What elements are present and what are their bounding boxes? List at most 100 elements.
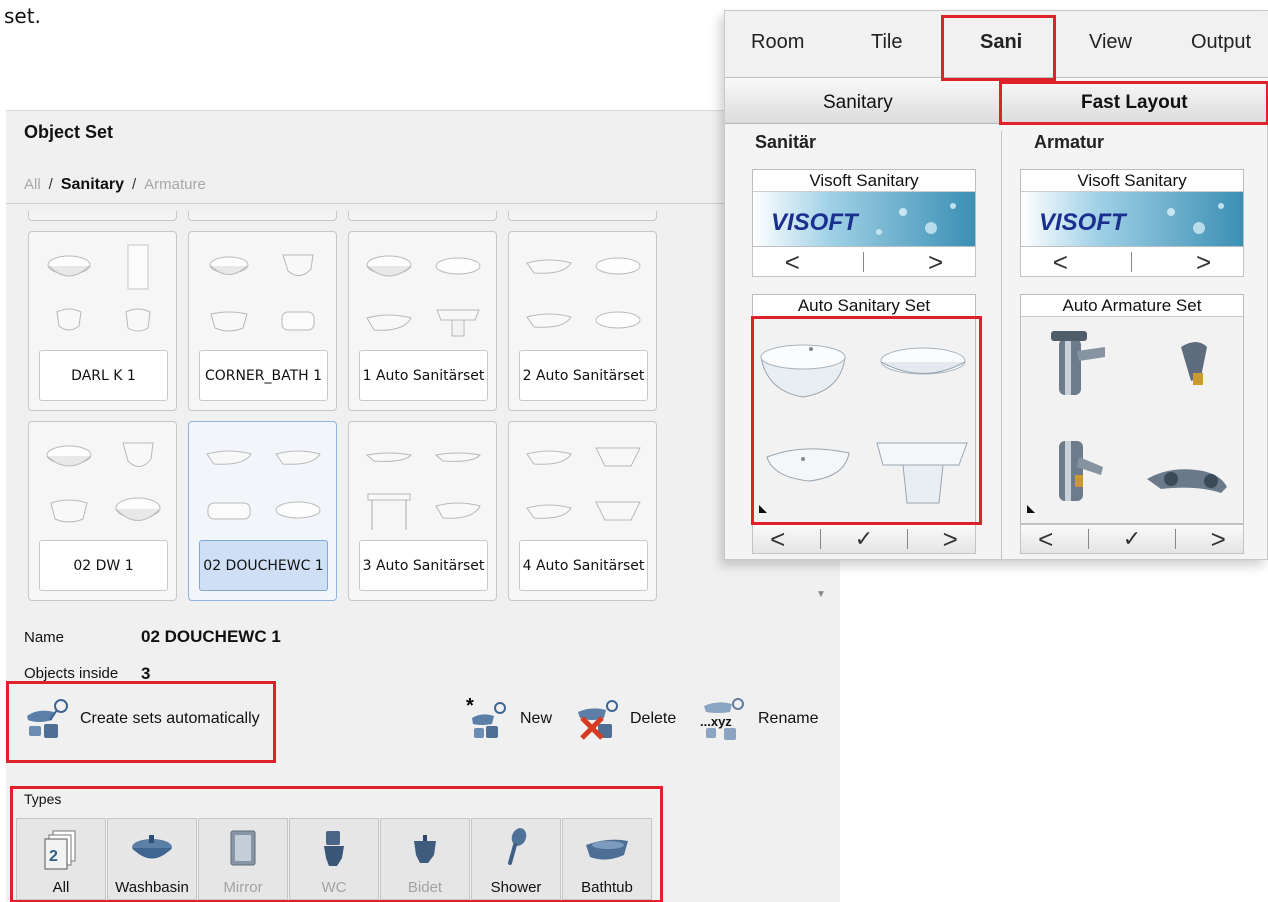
auto-sanitary-set-gallery[interactable]: Auto Sanitary Set [752,294,976,524]
apply-check-button[interactable]: ✓ [1123,526,1141,552]
bath-thumbnail [281,311,315,331]
set-thumbnails [195,240,332,348]
type-washbasin-label: Washbasin [115,879,189,896]
next-button[interactable]: > [1211,526,1226,552]
washbasin-thumbnail [275,501,321,519]
washbasin-thumbnail [274,450,321,465]
breadcrumb-all[interactable]: All [24,176,41,193]
auto-armature-set-gallery[interactable]: Auto Armature Set [1020,294,1244,524]
apply-check-button[interactable]: ✓ [855,526,873,552]
type-all-label: All [52,879,70,896]
tab-view[interactable]: View [1089,31,1132,54]
set-grid: DARL K 1 CORNER_BATH 1 1 Auto Sanitärset… [20,211,820,611]
next-button[interactable]: > [1196,249,1211,275]
section-divider [1001,131,1002,561]
washbasin-thumbnail [434,452,481,462]
tab-sani[interactable]: Sani [980,31,1022,54]
set-card-label: 4 Auto Sanitärset [519,540,648,591]
type-mirror-button[interactable]: Mirror [198,818,288,900]
set-thumbnails [355,240,492,348]
next-button[interactable]: > [928,249,943,275]
create-sets-automatically-button[interactable]: Create sets automatically [24,696,260,742]
armature-catalog-gallery[interactable]: Visoft Sanitary VISOFT [1020,169,1244,247]
partial-card [188,211,337,221]
set-gallery-title: Auto Armature Set [1021,295,1243,317]
sanitary-set-preview [759,344,968,513]
subtab-sanitary[interactable]: Sanitary [823,92,893,114]
tab-room[interactable]: Room [751,31,804,54]
wc-thumbnail [122,442,154,467]
set-card-corner-bath-1[interactable]: CORNER_BATH 1 [188,231,337,411]
set-card-3-auto[interactable]: 3 Auto Sanitärset [348,421,497,601]
bidet-thumbnail [210,311,248,332]
set-card-02-douchewc-1[interactable]: 02 DOUCHEWC 1 [188,421,337,601]
type-wc-label: WC [321,879,347,896]
type-all-button[interactable]: 2 All [16,818,106,900]
washbasin-thumbnail [209,256,249,275]
next-button[interactable]: > [943,526,958,552]
visoft-logo-image: VISOFT [1021,192,1243,246]
object-set-panel: Object Set All / Sanitary / Armature DARL K … [6,110,840,902]
set-card-1-auto[interactable]: 1 Auto Sanitärset [348,231,497,411]
bidet-thumbnail [50,499,88,523]
type-bathtub-label: Bathtub [581,879,633,896]
new-set-icon: * [466,696,506,738]
tab-output[interactable]: Output [1191,31,1251,54]
create-sets-icon [27,699,68,738]
set-thumbnails [195,430,332,538]
prev-button[interactable]: < [785,249,800,275]
ribbon-panel: Room Tile Sani View Output Sanitary Fast… [724,10,1268,561]
delete-set-button[interactable]: Delete [574,696,676,742]
rename-set-icon: ...xyz [700,698,744,740]
washbasin-thumbnail [115,497,161,521]
type-bidet-label: Bidet [407,879,443,896]
set-card-label: 3 Auto Sanitärset [359,540,488,591]
set-card-label: DARL K 1 [39,350,168,401]
svg-text:*: * [466,696,474,717]
washbasin-thumbnail [46,445,92,467]
washbasin-thumbnail [435,257,481,275]
type-wc-button[interactable]: WC [289,818,379,900]
set-card-label: 02 DW 1 [39,540,168,591]
subtab-fast-layout[interactable]: Fast Layout [1081,92,1188,114]
prev-button[interactable]: < [1038,526,1053,552]
section-title-armatur: Armatur [1034,132,1105,152]
document-text-fragment: set. [4,4,41,28]
rename-set-button[interactable]: ...xyz Rename [698,696,818,742]
set-thumbnails [35,240,172,348]
washbasin-thumbnail [594,501,641,521]
type-shower-button[interactable]: Shower [471,818,561,900]
types-toolbar: 2 All Washbasin Mirror WC Bidet Shower B… [16,818,653,900]
type-bathtub-button[interactable]: Bathtub [562,818,652,900]
type-shower-label: Shower [490,879,542,896]
ribbon-tabs: Room Tile Sani View Output [725,11,1268,77]
type-washbasin-button[interactable]: Washbasin [107,818,197,900]
type-bidet-button[interactable]: Bidet [380,818,470,900]
set-card-2-auto[interactable]: 2 Auto Sanitärset [508,231,657,411]
sanitary-set-nav: < ✓ > [752,524,976,554]
set-card-darl-k-1[interactable]: DARL K 1 [28,231,177,411]
washbasin-thumbnail [47,255,91,277]
prev-button[interactable]: < [770,526,785,552]
tab-tile[interactable]: Tile [871,31,902,54]
set-thumbnails [515,240,652,348]
bidet-icon [414,835,436,863]
sanitary-catalog-gallery[interactable]: Visoft Sanitary VISOFT [752,169,976,247]
breadcrumb-armature[interactable]: Armature [144,176,206,193]
screenshot-root: set. Object Set All / Sanitary / Armature DA… [0,0,1268,902]
washbasin-thumbnail [595,311,641,329]
breadcrumb-sanitary[interactable]: Sanitary [61,176,124,193]
wc-thumbnail [56,308,82,331]
sanitary-catalog-nav: < > [752,247,976,277]
subtab-divider [1001,77,1002,124]
breadcrumb-separator: / [48,176,53,193]
set-card-02-dw-1[interactable]: 02 DW 1 [28,421,177,601]
svg-text:VISOFT: VISOFT [1039,209,1128,236]
new-set-button[interactable]: * New [464,696,552,742]
set-card-4-auto[interactable]: 4 Auto Sanitärset [508,421,657,601]
catalog-title: Visoft Sanitary [1021,170,1243,192]
pedestal-basin-thumbnail [436,309,480,337]
scroll-down-icon[interactable]: ▼ [816,589,826,600]
prev-button[interactable]: < [1053,249,1068,275]
washbasin-thumbnail [366,255,412,277]
